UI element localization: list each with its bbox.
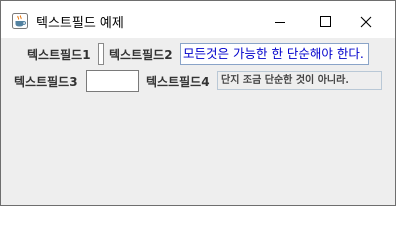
maximize-icon [320, 16, 331, 27]
label-textfield2: 텍스트필드2 [109, 48, 173, 62]
app-window: 텍스트필드 예제 텍스트필드1 텍스트필드2 모든것은 가능한 한 단순해야 한… [0, 0, 396, 206]
textfield3-input[interactable] [86, 70, 139, 92]
label-textfield4: 텍스트필드4 [146, 75, 210, 89]
close-button[interactable] [349, 1, 395, 38]
minimize-button[interactable] [257, 1, 303, 38]
textfield4-readonly: 단지 조금 단순한 것이 아니라. [217, 71, 382, 90]
title-bar[interactable]: 텍스트필드 예제 [1, 1, 395, 38]
textfield1-input[interactable] [98, 43, 104, 65]
java-coffee-icon [12, 13, 28, 29]
textfield2-input[interactable]: 모든것은 가능한 한 단순해야 한다. [180, 43, 369, 65]
close-icon [360, 16, 372, 28]
window-title: 텍스트필드 예제 [36, 16, 124, 31]
label-textfield3: 텍스트필드3 [14, 75, 78, 89]
maximize-button[interactable] [303, 1, 349, 38]
minimize-icon [275, 22, 285, 23]
label-textfield1: 텍스트필드1 [27, 48, 91, 62]
content-panel: 텍스트필드1 텍스트필드2 모든것은 가능한 한 단순해야 한다. 텍스트필드3… [1, 38, 395, 205]
